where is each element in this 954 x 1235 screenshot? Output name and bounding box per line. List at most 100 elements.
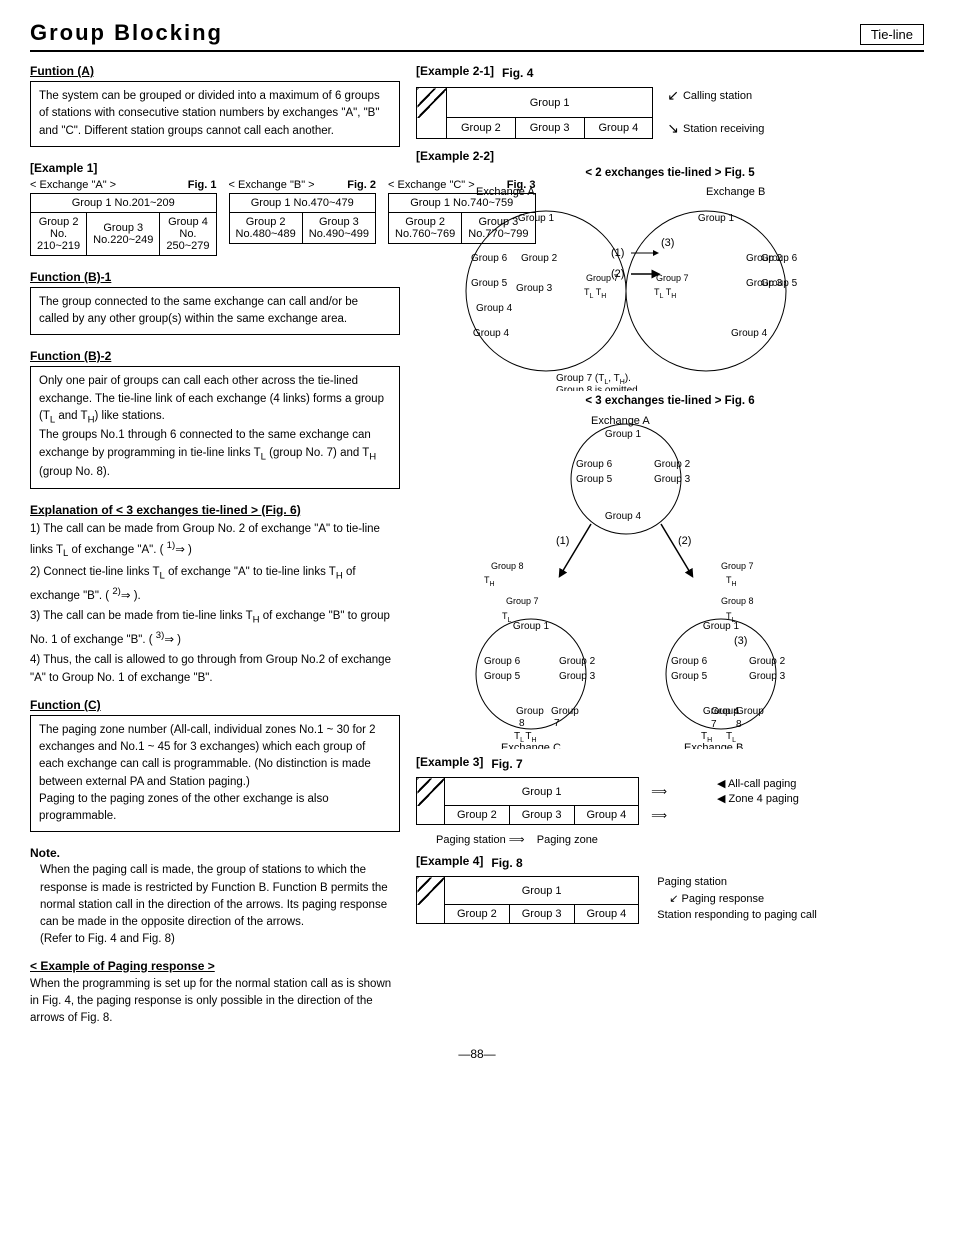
svg-text:Group 6: Group 6 bbox=[576, 459, 613, 470]
svg-text:Group 3: Group 3 bbox=[654, 474, 691, 485]
svg-text:8: 8 bbox=[736, 719, 742, 730]
note-title: Note. bbox=[30, 846, 400, 860]
svg-text:Group 3: Group 3 bbox=[749, 671, 786, 682]
svg-text:Group 6: Group 6 bbox=[471, 253, 508, 264]
svg-text:8: 8 bbox=[519, 718, 525, 729]
svg-text:TL TH: TL TH bbox=[584, 287, 606, 300]
svg-text:Group 6: Group 6 bbox=[671, 656, 708, 667]
fig7-labels: ◀ All-call paging ◀ Zone 4 paging bbox=[717, 777, 799, 805]
fig8-wrap: Group 1 Group 2 Group 3 Group 4 Paging s… bbox=[416, 876, 924, 924]
svg-text:Exchange A: Exchange A bbox=[476, 186, 535, 198]
svg-text:Group: Group bbox=[516, 706, 544, 717]
group1-fig4: Group 1 bbox=[447, 88, 653, 118]
group1-fig7: Group 1 bbox=[445, 778, 639, 806]
table-row: Group 1 No.201~209 bbox=[31, 193, 217, 212]
example4-header: [Example 4] Fig. 8 bbox=[416, 854, 924, 872]
explanation-fig6-title: Explanation of < 3 exchanges tie-lined >… bbox=[30, 503, 400, 517]
svg-text:Group 7: Group 7 bbox=[721, 561, 754, 571]
svg-text:Group 3: Group 3 bbox=[746, 278, 783, 289]
exchange-a-fig: Fig. 1 bbox=[188, 179, 217, 191]
exchange-a-name: < Exchange "A" > bbox=[30, 179, 116, 191]
svg-text:Group 2: Group 2 bbox=[559, 656, 596, 667]
page-number: —88— bbox=[458, 1047, 495, 1061]
fig6-svg: Exchange A Group 1 Group 6 Group 5 Group… bbox=[416, 409, 836, 749]
fig7-table: Group 1 ⟹ Group 2 Group 3 Group 4 ⟹ bbox=[416, 777, 703, 825]
svg-text:(3): (3) bbox=[661, 237, 674, 249]
function-c-section: Function (C) The paging zone number (All… bbox=[30, 698, 400, 833]
svg-text:(1): (1) bbox=[611, 247, 624, 259]
exchange-a-table: Group 1 No.201~209 Group 2No. 210~219 Gr… bbox=[30, 193, 217, 256]
exchange-row: < Exchange "A" > Fig. 1 Group 1 No.201~2… bbox=[30, 179, 400, 256]
example4-label: [Example 4] bbox=[416, 854, 483, 868]
fig8-label: Fig. 8 bbox=[491, 856, 522, 870]
svg-text:Group 8: Group 8 bbox=[721, 596, 754, 606]
tieline-badge: Tie-line bbox=[860, 24, 924, 45]
svg-text:TL TH: TL TH bbox=[654, 287, 676, 300]
right-column: [Example 2-1] Fig. 4 Group 1 Group bbox=[416, 64, 924, 1027]
group1-fig8: Group 1 bbox=[445, 877, 639, 905]
example2-1-section: [Example 2-1] Fig. 4 Group 1 Group bbox=[416, 64, 924, 139]
table-row: Group 2 Group 3 Group 4 bbox=[417, 905, 639, 924]
note-text: When the paging call is made, the group … bbox=[40, 862, 400, 948]
group4-fig8: Group 4 bbox=[574, 905, 639, 924]
svg-text:Group 4: Group 4 bbox=[605, 511, 642, 522]
svg-text:Exchange A: Exchange A bbox=[591, 415, 650, 427]
svg-text:Group 2: Group 2 bbox=[746, 253, 783, 264]
svg-text:Group 5: Group 5 bbox=[484, 671, 521, 682]
note-section: Note. When the paging call is made, the … bbox=[30, 846, 400, 948]
function-a-section: Funtion (A) The system can be grouped or… bbox=[30, 64, 400, 147]
example2-1-header: [Example 2-1] Fig. 4 bbox=[416, 64, 924, 82]
table-row: Group 2No.480~489 Group 3No.490~499 bbox=[229, 212, 376, 243]
table-row: Group 1 No.470~479 bbox=[229, 193, 376, 212]
svg-text:Group 8 is omitted.: Group 8 is omitted. bbox=[556, 385, 640, 391]
example4-section: [Example 4] Fig. 8 Group 1 Group 2 bbox=[416, 854, 924, 924]
svg-text:Group 1: Group 1 bbox=[698, 213, 735, 224]
svg-text:Group 5: Group 5 bbox=[471, 278, 508, 289]
svg-text:(1): (1) bbox=[556, 535, 569, 547]
table-row: Group 2 Group 3 Group 4 ⟹ bbox=[417, 806, 704, 825]
allcall-label: ◀ All-call paging bbox=[717, 777, 799, 790]
paging-station-fig8: Paging station bbox=[657, 876, 817, 888]
fig4-labels: ↙ Calling station ↘ Station receiving bbox=[667, 87, 764, 137]
left-column: Funtion (A) The system can be grouped or… bbox=[30, 64, 400, 1027]
group3-fig7: Group 3 bbox=[509, 806, 574, 825]
function-b2-text: Only one pair of groups can call each ot… bbox=[30, 366, 400, 488]
page-header: Group Blocking Tie-line bbox=[30, 20, 924, 52]
explanation-item-3: 3) The call can be made from tie-line li… bbox=[30, 607, 400, 649]
example2-1-label: [Example 2-1] bbox=[416, 64, 494, 78]
page-footer: —88— bbox=[30, 1047, 924, 1061]
function-a-text: The system can be grouped or divided int… bbox=[30, 81, 400, 147]
group3-b: Group 3No.490~499 bbox=[302, 212, 375, 243]
svg-text:7: 7 bbox=[554, 718, 560, 729]
group4-fig4: Group 4 bbox=[584, 118, 653, 139]
fig7-wrap: Group 1 ⟹ Group 2 Group 3 Group 4 ⟹ bbox=[416, 777, 924, 825]
table-row: Group 2No. 210~219 Group 3No.220~249 Gro… bbox=[31, 212, 217, 255]
svg-text:Exchange C: Exchange C bbox=[501, 742, 561, 749]
svg-text:Group 2: Group 2 bbox=[749, 656, 786, 667]
svg-text:TH: TH bbox=[726, 575, 737, 588]
fig4-table-wrap: Group 1 Group 2 Group 3 Group 4 ↙ bbox=[416, 87, 924, 139]
fig5-diagram: Exchange A Exchange B Group 1 Group 6 Gr… bbox=[416, 181, 924, 391]
group1-b: Group 1 No.470~479 bbox=[229, 193, 376, 212]
svg-text:Group 7: Group 7 bbox=[656, 273, 689, 283]
station-responding-fig8: Station responding to paging call bbox=[657, 909, 817, 921]
example3-section: [Example 3] Fig. 7 Group 1 ⟹ bbox=[416, 755, 924, 846]
group2-fig4: Group 2 bbox=[447, 118, 516, 139]
exchange-b-header: < Exchange "B" > Fig. 2 bbox=[229, 179, 377, 191]
group3-fig4: Group 3 bbox=[515, 118, 584, 139]
svg-text:7: 7 bbox=[711, 719, 717, 730]
fig8-labels: Paging station ↙ Paging response Station… bbox=[657, 876, 817, 921]
exchange-b-table: Group 1 No.470~479 Group 2No.480~489 Gro… bbox=[229, 193, 377, 244]
allcall-arrow-cell: ⟹ bbox=[639, 778, 679, 806]
function-b1-title: Function (B)-1 bbox=[30, 270, 400, 284]
example3-header: [Example 3] Fig. 7 bbox=[416, 755, 924, 773]
fig6-subtitle: < 3 exchanges tie-lined > Fig. 6 bbox=[416, 395, 924, 407]
fig7-label: Fig. 7 bbox=[491, 757, 522, 771]
paging-response-title: < Example of Paging response > bbox=[30, 959, 400, 973]
function-b1-section: Function (B)-1 The group connected to th… bbox=[30, 270, 400, 336]
paging-response-fig8: ↙ Paging response bbox=[669, 892, 817, 905]
paging-labels bbox=[679, 778, 703, 825]
svg-text:(3): (3) bbox=[734, 635, 747, 647]
svg-text:Group 5: Group 5 bbox=[576, 474, 613, 485]
svg-text:Group 8: Group 8 bbox=[491, 561, 524, 571]
